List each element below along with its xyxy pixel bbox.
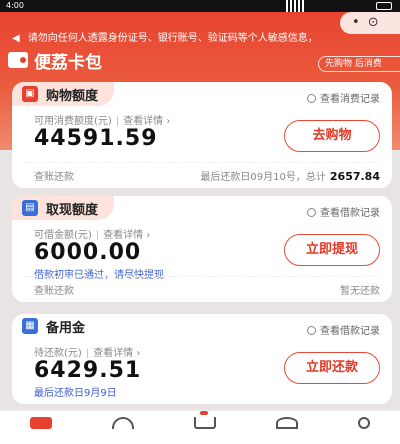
shopping-repay-link[interactable]: 查账还款	[34, 168, 74, 183]
loan-record-label: 查看借款记录	[320, 208, 380, 219]
shopping-quota-tab: ▣ 购物额度	[12, 82, 115, 106]
cash-amount: 6000.00	[34, 240, 142, 265]
divider	[24, 276, 380, 277]
bottom-tab-bar	[0, 410, 400, 444]
tab-profile-icon[interactable]	[358, 417, 370, 429]
notice-bar[interactable]: ◀ 请勿向任何人透露身份证号、银行账号、验证码等个人敏感信息，	[0, 30, 400, 48]
reserve-amount: 6429.51	[34, 358, 142, 383]
battery-icon	[376, 2, 392, 10]
tab-wallet-icon[interactable]	[30, 417, 52, 429]
clock-icon	[307, 208, 316, 217]
wallet-icon	[8, 52, 28, 68]
shopping-due-total: 2657.84	[329, 170, 380, 183]
cash-quota-tab: ▤ 取现额度	[12, 196, 115, 220]
shopping-due-text: 最后还款日09月10号，总计	[200, 172, 326, 183]
brand: 便荔卡包	[8, 50, 102, 73]
buy-now-pay-later-tag[interactable]: 先购物 后消费	[318, 56, 400, 72]
consumption-record-link[interactable]: 查看消费记录	[307, 90, 380, 105]
withdraw-now-button[interactable]: 立即提现	[284, 234, 380, 266]
shopping-bag-icon: ▣	[22, 86, 38, 102]
shopping-quota-title: 购物额度	[46, 88, 99, 104]
pending-repay-label: 待还款(元) | 查看详情 ›	[34, 348, 141, 359]
cash-repay-link[interactable]: 查账还款	[34, 282, 74, 297]
cash-quota-title: 取现额度	[46, 202, 99, 218]
qr-code-icon	[286, 0, 304, 12]
speaker-icon: ◀	[12, 33, 20, 44]
tab-service-icon[interactable]	[276, 417, 298, 429]
reserve-fund-title: 备用金	[46, 320, 86, 336]
reserve-icon: ▦	[22, 318, 38, 334]
status-bar: 4:00	[0, 0, 400, 12]
consumption-record-label: 查看消费记录	[320, 94, 380, 105]
status-time: 4:00	[6, 1, 24, 10]
cash-repay-status: 暂无还款	[340, 286, 380, 297]
reserve-due-hint: 最后还款日9月9日	[34, 388, 117, 399]
divider	[24, 162, 380, 163]
clock-icon	[307, 326, 316, 335]
tab-discover-icon[interactable]	[112, 417, 134, 429]
notice-text: 请勿向任何人透露身份证号、银行账号、验证码等个人敏感信息，	[27, 33, 318, 44]
cash-quota-card: ▤ 取现额度 查看借款记录 可借金额(元) | 查看详情 › 6000.00 借款初…	[12, 196, 392, 302]
borrowable-label: 可借金额(元) | 查看详情 ›	[34, 230, 151, 241]
tab-cart-icon[interactable]	[194, 411, 216, 429]
brand-name: 便荔卡包	[34, 52, 102, 73]
reserve-fund-tab: ▦ 备用金	[12, 314, 101, 338]
cash-approval-hint: 借款初审已通过，请尽快提现	[34, 270, 164, 281]
go-shopping-button[interactable]: 去购物	[284, 120, 380, 152]
shopping-quota-card: ▣ 购物额度 查看消费记录 可用消费额度(元) | 查看详情 › 44591.59 …	[12, 82, 392, 188]
reserve-loan-record-label: 查看借款记录	[320, 326, 380, 337]
available-quota-label: 可用消费额度(元) | 查看详情 ›	[34, 116, 171, 127]
reserve-fund-card: ▦ 备用金 查看借款记录 待还款(元) | 查看详情 › 6429.51 最后还款日…	[12, 314, 392, 404]
reserve-loan-record-link[interactable]: 查看借款记录	[307, 322, 380, 337]
shopping-due-info: 最后还款日09月10号，总计 2657.84	[200, 168, 380, 183]
shopping-amount: 44591.59	[34, 126, 158, 151]
loan-record-link[interactable]: 查看借款记录	[307, 204, 380, 219]
clock-icon	[307, 94, 316, 103]
cash-icon: ▤	[22, 200, 38, 216]
repay-now-button[interactable]: 立即还款	[284, 352, 380, 384]
